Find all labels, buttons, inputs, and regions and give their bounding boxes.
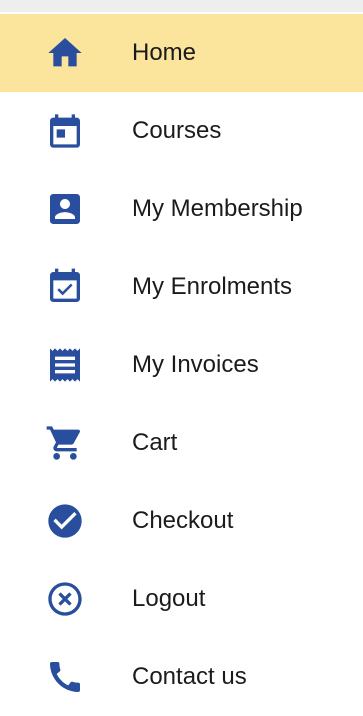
menu-item-contact-us[interactable]: Contact us	[0, 638, 363, 716]
menu-item-label: Logout	[132, 585, 206, 612]
menu-item-label: Home	[132, 39, 197, 66]
menu-item-my-enrolments[interactable]: My Enrolments	[0, 248, 363, 326]
cart-icon	[45, 423, 85, 463]
navigation-menu: Home Courses My Membership My Enrolments…	[0, 14, 363, 716]
top-strip	[0, 0, 363, 12]
menu-item-label: My Membership	[132, 195, 303, 222]
menu-item-logout[interactable]: Logout	[0, 560, 363, 638]
id-card-icon	[45, 189, 85, 229]
menu-item-label: Contact us	[132, 663, 247, 690]
menu-item-courses[interactable]: Courses	[0, 92, 363, 170]
receipt-icon	[45, 345, 85, 385]
menu-item-checkout[interactable]: Checkout	[0, 482, 363, 560]
menu-item-label: My Invoices	[132, 351, 259, 378]
menu-item-label: Checkout	[132, 507, 234, 534]
menu-item-label: Courses	[132, 117, 222, 144]
close-circle-icon	[45, 579, 85, 619]
menu-item-label: My Enrolments	[132, 273, 293, 300]
phone-icon	[45, 657, 85, 697]
calendar-icon	[45, 111, 85, 151]
menu-item-cart[interactable]: Cart	[0, 404, 363, 482]
home-icon	[45, 33, 85, 73]
menu-item-my-invoices[interactable]: My Invoices	[0, 326, 363, 404]
calendar-check-icon	[45, 267, 85, 307]
menu-item-my-membership[interactable]: My Membership	[0, 170, 363, 248]
check-circle-icon	[45, 501, 85, 541]
menu-item-label: Cart	[132, 429, 178, 456]
menu-item-home[interactable]: Home	[0, 14, 363, 92]
